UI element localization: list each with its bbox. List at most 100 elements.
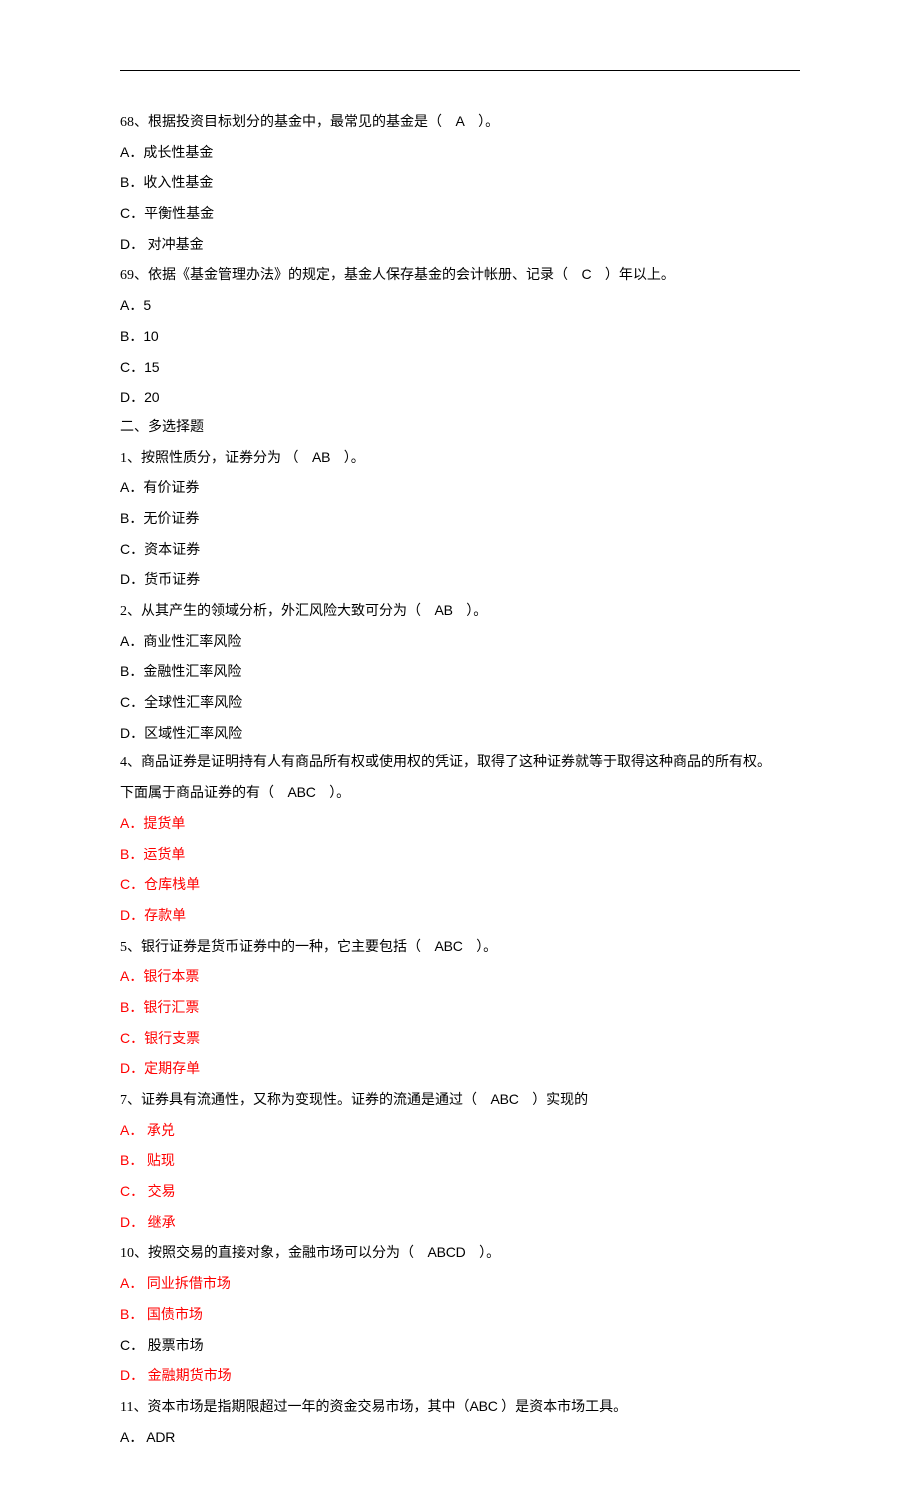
q69-stem: 69、依据《基金管理办法》的规定，基金人保存基金的会计帐册、记录（ C ）年以上… <box>120 260 800 291</box>
option-label: A． <box>120 633 143 649</box>
q68-option-d: D． 对冲基金 <box>120 230 800 261</box>
q68-option-c: C．平衡性基金 <box>120 199 800 230</box>
m1-stem: 1、按照性质分，证券分为 （ AB ）。 <box>120 443 800 474</box>
option-label: A． <box>120 1275 143 1291</box>
option-text: 继承 <box>144 1216 176 1231</box>
option-label: D． <box>120 389 144 405</box>
option-label: A． <box>120 479 143 495</box>
m4-option-b: B．运货单 <box>120 840 800 871</box>
option-text: 10 <box>143 328 158 344</box>
option-text: 银行汇票 <box>143 1001 199 1016</box>
option-label: B． <box>120 663 143 679</box>
m2-stem-post: ）。 <box>466 604 487 619</box>
m10-option-d: D． 金融期货市场 <box>120 1361 800 1392</box>
option-label: D． <box>120 236 144 252</box>
option-text: 定期存单 <box>144 1062 200 1077</box>
option-label: D． <box>120 1214 144 1230</box>
option-label: C． <box>120 1337 144 1353</box>
m4-answer: ABC <box>278 778 326 807</box>
option-text: 货币证券 <box>144 573 200 588</box>
option-text: 5 <box>143 297 151 313</box>
q69-stem-post: ）年以上。 <box>605 268 675 283</box>
q68-answer: A <box>446 107 475 136</box>
m10-option-b: B． 国债市场 <box>120 1300 800 1331</box>
option-text: 存款单 <box>144 909 186 924</box>
m2-option-d: D．区域性汇率风险 <box>120 719 800 750</box>
option-label: A． <box>120 297 143 313</box>
option-label: C． <box>120 694 144 710</box>
option-text: 贴现 <box>143 1154 175 1169</box>
m1-stem-post: ）。 <box>344 451 365 466</box>
m4-option-d: D．存款单 <box>120 901 800 932</box>
option-text: 全球性汇率风险 <box>144 696 242 711</box>
option-label: A． <box>120 968 143 984</box>
m11-answer: ABC <box>469 1398 497 1414</box>
m4-option-c: C．仓库栈单 <box>120 870 800 901</box>
m11-stem: 11、资本市场是指期限超过一年的资金交易市场，其中（ABC ）是资本市场工具。 <box>120 1392 800 1423</box>
m1-option-a: A．有价证券 <box>120 473 800 504</box>
option-label: D． <box>120 725 144 741</box>
option-text: 金融性汇率风险 <box>143 665 241 680</box>
option-text: 成长性基金 <box>143 146 213 161</box>
m10-stem-post: ）。 <box>479 1246 500 1261</box>
m2-stem-pre: 2、从其产生的领域分析，外汇风险大致可分为（ <box>120 604 421 619</box>
q68-option-a: A．成长性基金 <box>120 138 800 169</box>
option-label: A． <box>120 1429 143 1445</box>
option-label: A． <box>120 1122 143 1138</box>
m5-stem: 5、银行证券是货币证券中的一种，它主要包括（ ABC ）。 <box>120 932 800 963</box>
option-text: 商业性汇率风险 <box>143 635 241 650</box>
option-label: C． <box>120 541 144 557</box>
m2-option-a: A．商业性汇率风险 <box>120 627 800 658</box>
m4-stem-line2: 下面属于商品证券的有（ ABC ）。 <box>120 778 800 809</box>
option-text: 收入性基金 <box>143 176 213 191</box>
q68-stem-pre: 68、根据投资目标划分的基金中，最常见的基金是（ <box>120 115 442 130</box>
q69-answer: C <box>572 260 602 289</box>
option-text: 同业拆借市场 <box>143 1277 231 1292</box>
m2-option-c: C．全球性汇率风险 <box>120 688 800 719</box>
m10-option-a: A． 同业拆借市场 <box>120 1269 800 1300</box>
m1-option-c: C．资本证券 <box>120 535 800 566</box>
q69-stem-pre: 69、依据《基金管理办法》的规定，基金人保存基金的会计帐册、记录（ <box>120 268 568 283</box>
option-text: 运货单 <box>143 848 185 863</box>
m1-option-d: D．货币证券 <box>120 565 800 596</box>
q69-option-b: B．10 <box>120 322 800 353</box>
option-text: 有价证券 <box>143 481 199 496</box>
option-text: 国债市场 <box>143 1308 203 1323</box>
option-label: A． <box>120 144 143 160</box>
m7-answer: ABC <box>481 1085 529 1114</box>
q69-option-c: C．15 <box>120 353 800 384</box>
top-rule <box>120 70 800 71</box>
m5-stem-pre: 5、银行证券是货币证券中的一种，它主要包括（ <box>120 940 421 955</box>
m7-stem-post: ）实现的 <box>532 1093 588 1108</box>
option-text: 平衡性基金 <box>144 207 214 222</box>
m10-option-c: C． 股票市场 <box>120 1331 800 1362</box>
option-label: D． <box>120 1367 144 1383</box>
m7-option-d: D． 继承 <box>120 1208 800 1239</box>
m11-stem-post: ）是资本市场工具。 <box>498 1400 628 1415</box>
option-label: B． <box>120 174 143 190</box>
m1-option-b: B．无价证券 <box>120 504 800 535</box>
option-label: D． <box>120 571 144 587</box>
m10-answer: ABCD <box>418 1238 476 1267</box>
m10-stem: 10、按照交易的直接对象，金融市场可以分为（ ABCD ）。 <box>120 1238 800 1269</box>
m7-option-a: A． 承兑 <box>120 1116 800 1147</box>
document-page: 68、根据投资目标划分的基金中，最常见的基金是（ A ）。 A．成长性基金 B．… <box>0 0 920 1493</box>
option-label: C． <box>120 205 144 221</box>
option-text: 提货单 <box>143 817 185 832</box>
option-text: 金融期货市场 <box>144 1369 232 1384</box>
option-text: 仓库栈单 <box>144 878 200 893</box>
m5-stem-post: ）。 <box>476 940 497 955</box>
m4-stem-post: ）。 <box>329 786 350 801</box>
q69-option-a: A．5 <box>120 291 800 322</box>
m4-stem-line1: 4、商品证券是证明持有人有商品所有权或使用权的凭证，取得了这种证券就等于取得这种… <box>120 749 800 778</box>
m7-stem: 7、证券具有流通性，又称为变现性。证券的流通是通过（ ABC ）实现的 <box>120 1085 800 1116</box>
m2-stem: 2、从其产生的领域分析，外汇风险大致可分为（ AB ）。 <box>120 596 800 627</box>
m5-option-d: D．定期存单 <box>120 1054 800 1085</box>
m2-answer: AB <box>425 596 463 625</box>
option-text: 对冲基金 <box>144 238 204 253</box>
option-label: D． <box>120 1060 144 1076</box>
option-label: A． <box>120 815 143 831</box>
m5-option-a: A．银行本票 <box>120 962 800 993</box>
option-text: 无价证券 <box>143 512 199 527</box>
option-text: 交易 <box>144 1185 176 1200</box>
